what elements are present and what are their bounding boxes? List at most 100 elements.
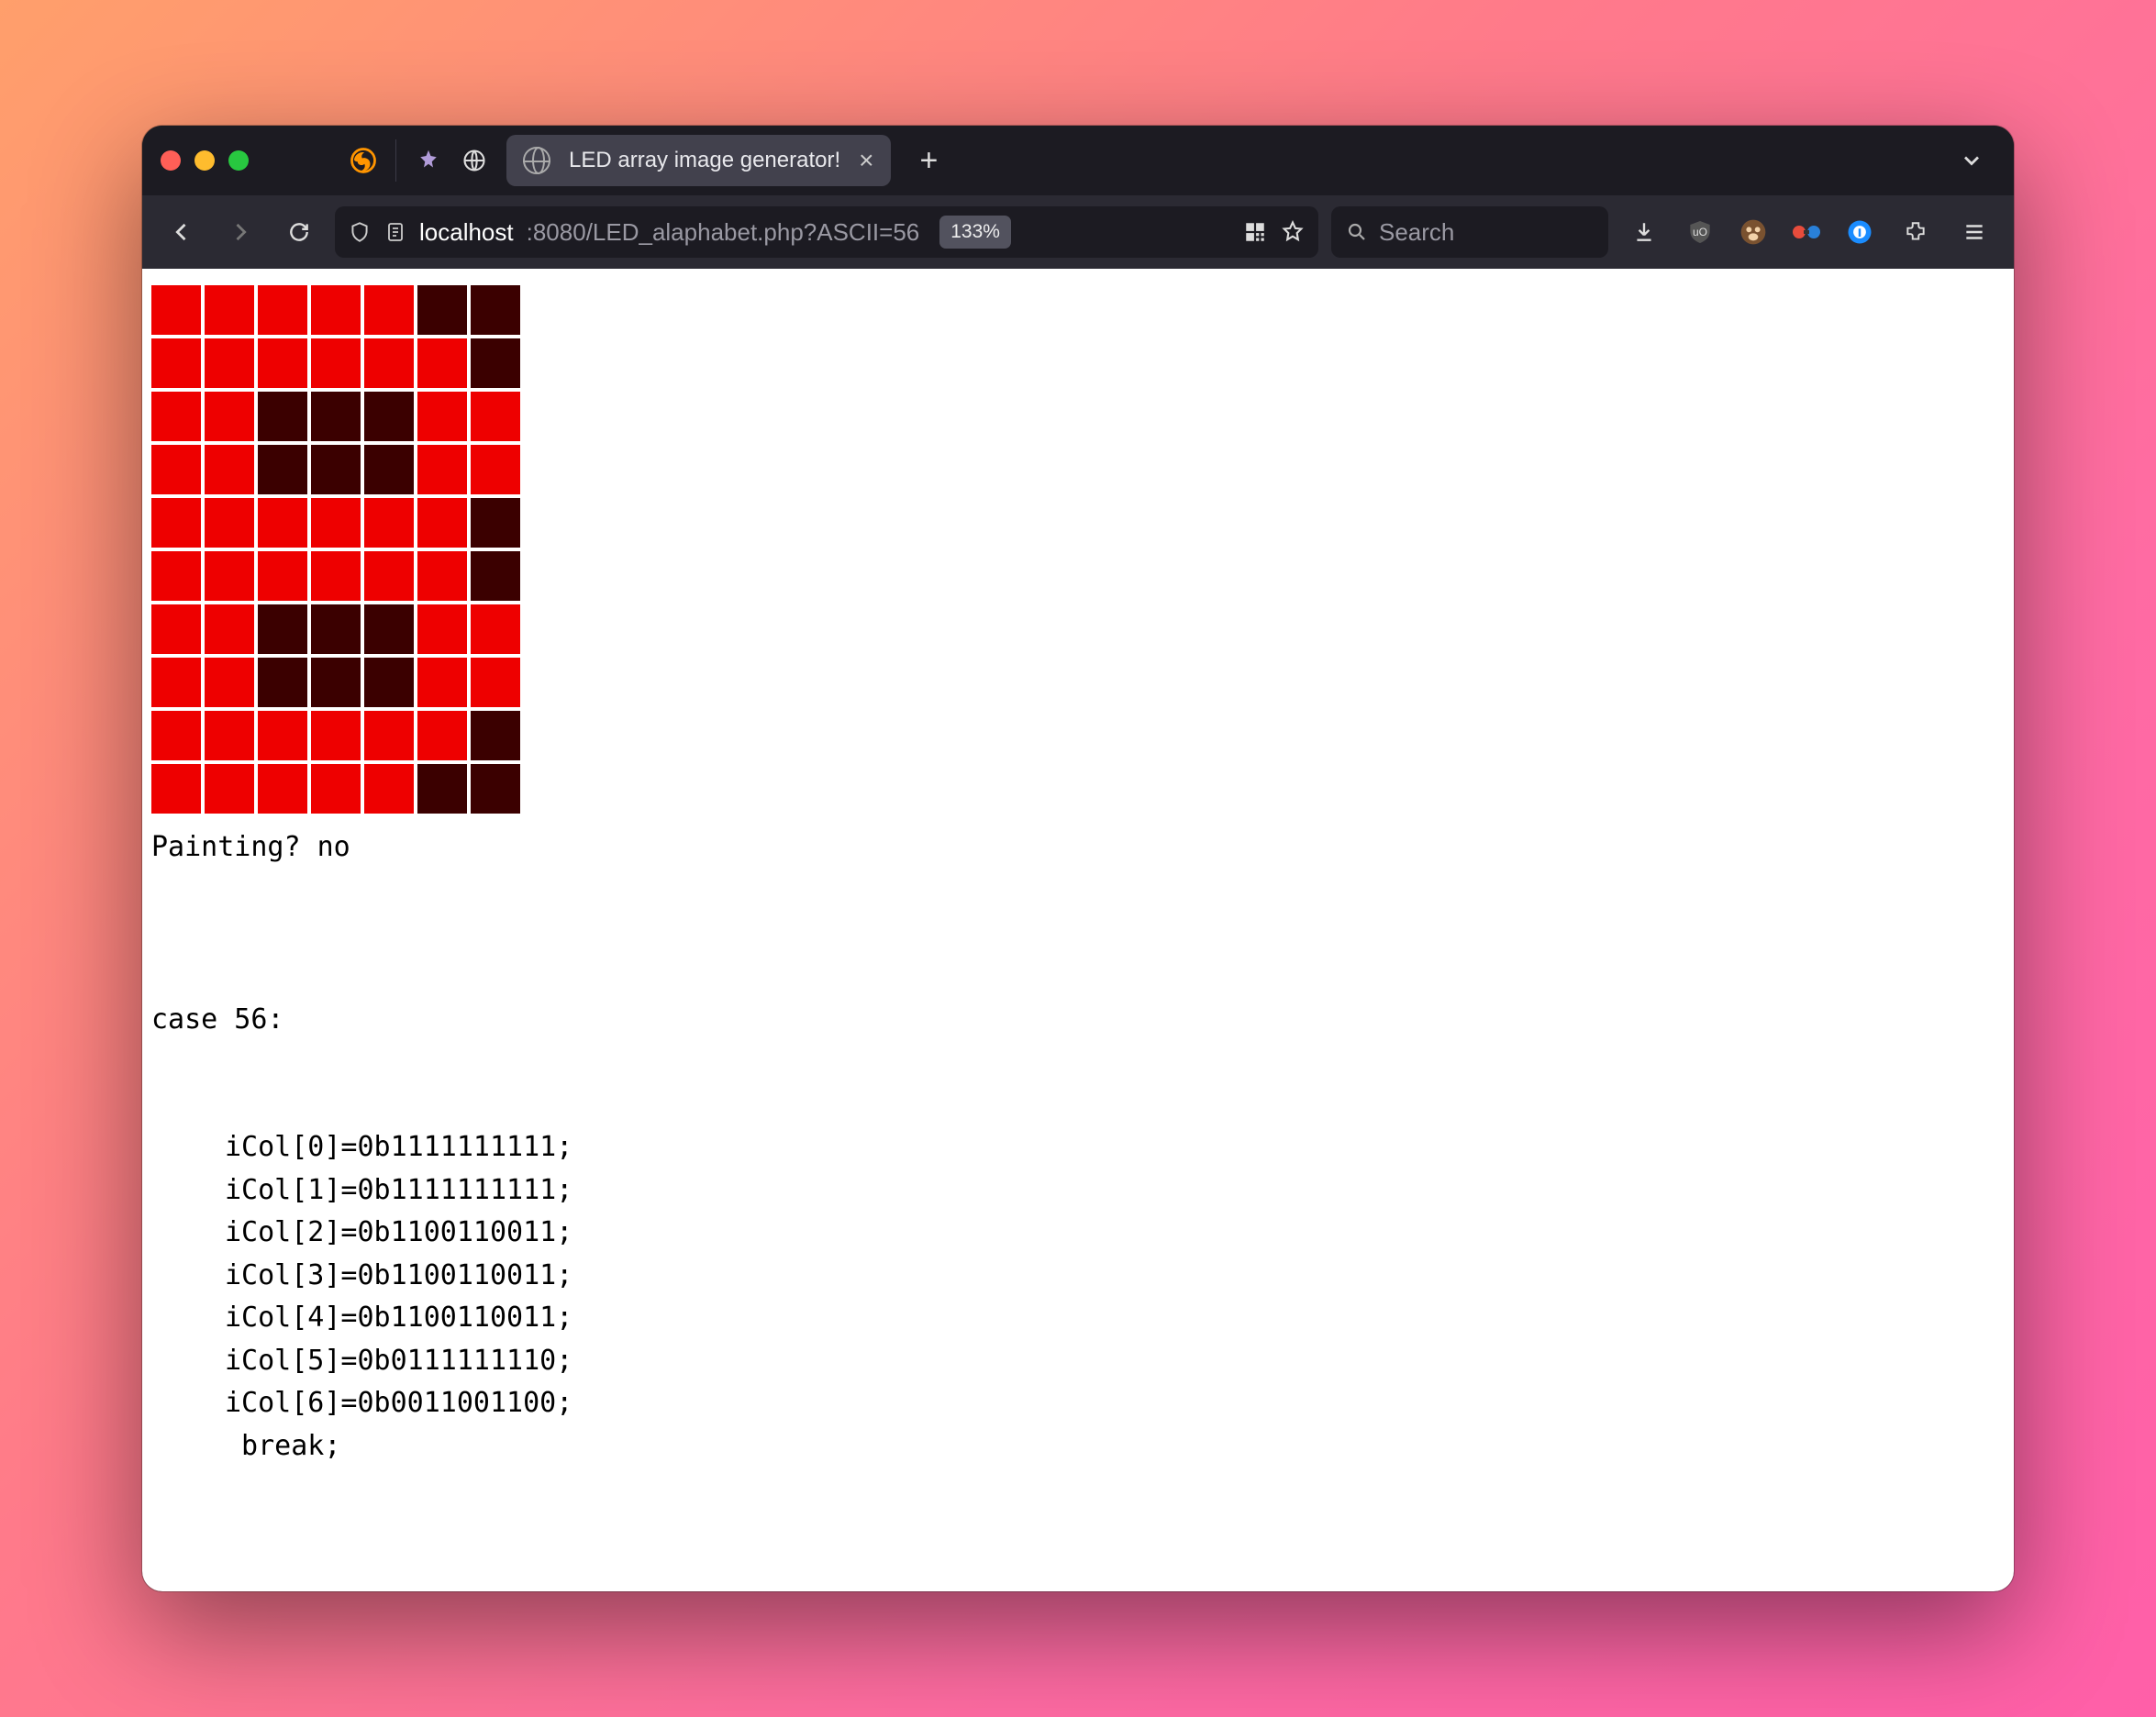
code-line: iCol[3]=0b1100110011; [151,1255,2005,1298]
led-cell[interactable] [151,285,201,335]
led-cell[interactable] [258,604,307,654]
led-cell[interactable] [471,392,520,441]
led-cell[interactable] [417,392,467,441]
led-cell[interactable] [151,498,201,548]
led-cell[interactable] [205,711,254,760]
claude-icon[interactable] [415,147,442,174]
led-cell[interactable] [311,658,361,707]
led-cell[interactable] [205,551,254,601]
led-cell[interactable] [364,658,414,707]
led-cell[interactable] [311,445,361,494]
led-cell[interactable] [417,764,467,814]
led-cell[interactable] [311,764,361,814]
led-cell[interactable] [258,551,307,601]
led-cell[interactable] [311,551,361,601]
led-cell[interactable] [205,392,254,441]
led-cell[interactable] [258,445,307,494]
led-cell[interactable] [311,604,361,654]
led-cell[interactable] [205,445,254,494]
tabs-overflow-button[interactable] [1948,148,1995,173]
led-cell[interactable] [364,711,414,760]
led-cell[interactable] [364,285,414,335]
led-cell[interactable] [417,711,467,760]
led-cell[interactable] [151,764,201,814]
app-menu-button[interactable] [1951,209,1997,255]
led-cell[interactable] [471,711,520,760]
led-cell[interactable] [205,285,254,335]
bookmark-star-icon[interactable] [1280,219,1306,245]
led-cell[interactable] [258,498,307,548]
led-cell[interactable] [205,658,254,707]
shield-icon[interactable] [348,220,372,244]
led-cell[interactable] [364,338,414,388]
code-line: iCol[6]=0b0011001100; [151,1382,2005,1425]
back-button[interactable] [159,209,205,255]
led-cell[interactable] [151,711,201,760]
led-cell[interactable] [311,392,361,441]
zoom-badge[interactable]: 133% [939,216,1011,249]
downloads-button[interactable] [1621,209,1667,255]
window-controls [161,150,249,171]
led-cell[interactable] [417,658,467,707]
led-cell[interactable] [205,764,254,814]
extension-glasses-icon[interactable] [1786,212,1827,252]
led-cell[interactable] [471,551,520,601]
led-cell[interactable] [258,658,307,707]
tampermonkey-icon[interactable] [1733,212,1773,252]
led-cell[interactable] [151,658,201,707]
led-cell[interactable] [364,392,414,441]
led-cell[interactable] [205,338,254,388]
ublock-icon[interactable]: uO [1680,212,1720,252]
led-cell[interactable] [471,338,520,388]
led-cell[interactable] [151,551,201,601]
led-cell[interactable] [258,285,307,335]
led-cell[interactable] [364,498,414,548]
led-cell[interactable] [151,445,201,494]
led-cell[interactable] [205,604,254,654]
led-cell[interactable] [151,604,201,654]
led-cell[interactable] [471,285,520,335]
page-info-icon[interactable] [384,221,406,243]
led-grid [151,285,2005,814]
led-cell[interactable] [364,764,414,814]
led-cell[interactable] [417,604,467,654]
led-cell[interactable] [311,498,361,548]
onepassword-icon[interactable] [1839,212,1880,252]
led-cell[interactable] [471,658,520,707]
qrcode-icon[interactable] [1243,220,1267,244]
address-bar[interactable]: localhost:8080/LED_alaphabet.php?ASCII=5… [335,206,1318,258]
led-cell[interactable] [471,604,520,654]
led-cell[interactable] [258,392,307,441]
close-window-button[interactable] [161,150,181,171]
extensions-button[interactable] [1893,209,1939,255]
search-bar[interactable]: Search [1331,206,1608,258]
led-cell[interactable] [258,338,307,388]
led-cell[interactable] [258,711,307,760]
led-cell[interactable] [364,604,414,654]
forward-button[interactable] [217,209,263,255]
maximize-window-button[interactable] [228,150,249,171]
led-cell[interactable] [258,764,307,814]
led-cell[interactable] [151,392,201,441]
led-cell[interactable] [311,711,361,760]
led-cell[interactable] [417,338,467,388]
led-cell[interactable] [471,445,520,494]
led-cell[interactable] [364,551,414,601]
globe-icon[interactable] [461,147,488,174]
minimize-window-button[interactable] [194,150,215,171]
led-cell[interactable] [417,285,467,335]
new-tab-button[interactable]: + [909,143,950,179]
led-cell[interactable] [205,498,254,548]
reload-button[interactable] [276,209,322,255]
led-cell[interactable] [311,338,361,388]
led-cell[interactable] [364,445,414,494]
led-cell[interactable] [471,498,520,548]
led-cell[interactable] [311,285,361,335]
browser-tab[interactable]: LED array image generator! × [506,135,891,186]
led-cell[interactable] [417,551,467,601]
led-cell[interactable] [151,338,201,388]
tab-close-button[interactable]: × [859,146,873,175]
led-cell[interactable] [417,498,467,548]
led-cell[interactable] [471,764,520,814]
led-cell[interactable] [417,445,467,494]
